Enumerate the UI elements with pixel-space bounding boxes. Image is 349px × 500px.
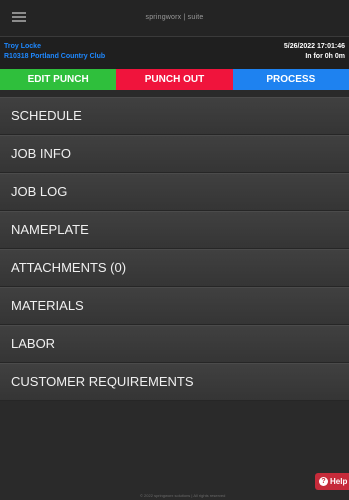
app-brand: springworx | suite: [145, 14, 204, 21]
job-menu: SCHEDULE JOB INFO JOB LOG NAMEPLATE ATTA…: [0, 97, 349, 401]
user-name: Troy Locke: [4, 43, 41, 50]
menu-item-labor[interactable]: LABOR: [0, 325, 349, 363]
menu-item-label: JOB INFO: [11, 146, 71, 162]
help-button[interactable]: ? Help: [315, 473, 349, 490]
menu-item-materials[interactable]: MATERIALS: [0, 287, 349, 325]
menu-item-nameplate[interactable]: NAMEPLATE: [0, 211, 349, 249]
menu-item-label: LABOR: [11, 336, 56, 352]
time-in-duration: In for 0h 0m: [305, 53, 345, 60]
menu-item-label: ATTACHMENTS (0): [11, 260, 127, 276]
menu-item-customer-requirements[interactable]: CUSTOMER REQUIREMENTS: [0, 363, 349, 401]
help-label: Help: [330, 477, 348, 486]
menu-item-label: JOB LOG: [11, 184, 68, 200]
menu-item-job-log[interactable]: JOB LOG: [0, 173, 349, 211]
menu-item-label: MATERIALS: [11, 298, 84, 314]
top-bar: springworx | suite: [0, 0, 349, 37]
current-job[interactable]: R10318 Portland Country Club: [4, 53, 105, 60]
punch-datetime: 5/26/2022 17:01:46: [283, 43, 345, 50]
footer-copyright: © 2022 springworx solutions | All rights…: [140, 493, 226, 498]
menu-item-attachments[interactable]: ATTACHMENTS (0): [0, 249, 349, 287]
help-icon: ?: [319, 477, 328, 486]
punch-out-button[interactable]: PUNCH OUT: [116, 69, 233, 90]
menu-item-label: CUSTOMER REQUIREMENTS: [11, 374, 194, 390]
process-button[interactable]: PROCESS: [232, 69, 349, 90]
menu-item-label: SCHEDULE: [11, 108, 82, 124]
menu-item-schedule[interactable]: SCHEDULE: [0, 97, 349, 135]
menu-item-job-info[interactable]: JOB INFO: [0, 135, 349, 173]
menu-item-label: NAMEPLATE: [11, 222, 89, 238]
action-bar: EDIT PUNCH PUNCH OUT PROCESS: [0, 69, 349, 90]
edit-punch-button[interactable]: EDIT PUNCH: [0, 69, 117, 90]
